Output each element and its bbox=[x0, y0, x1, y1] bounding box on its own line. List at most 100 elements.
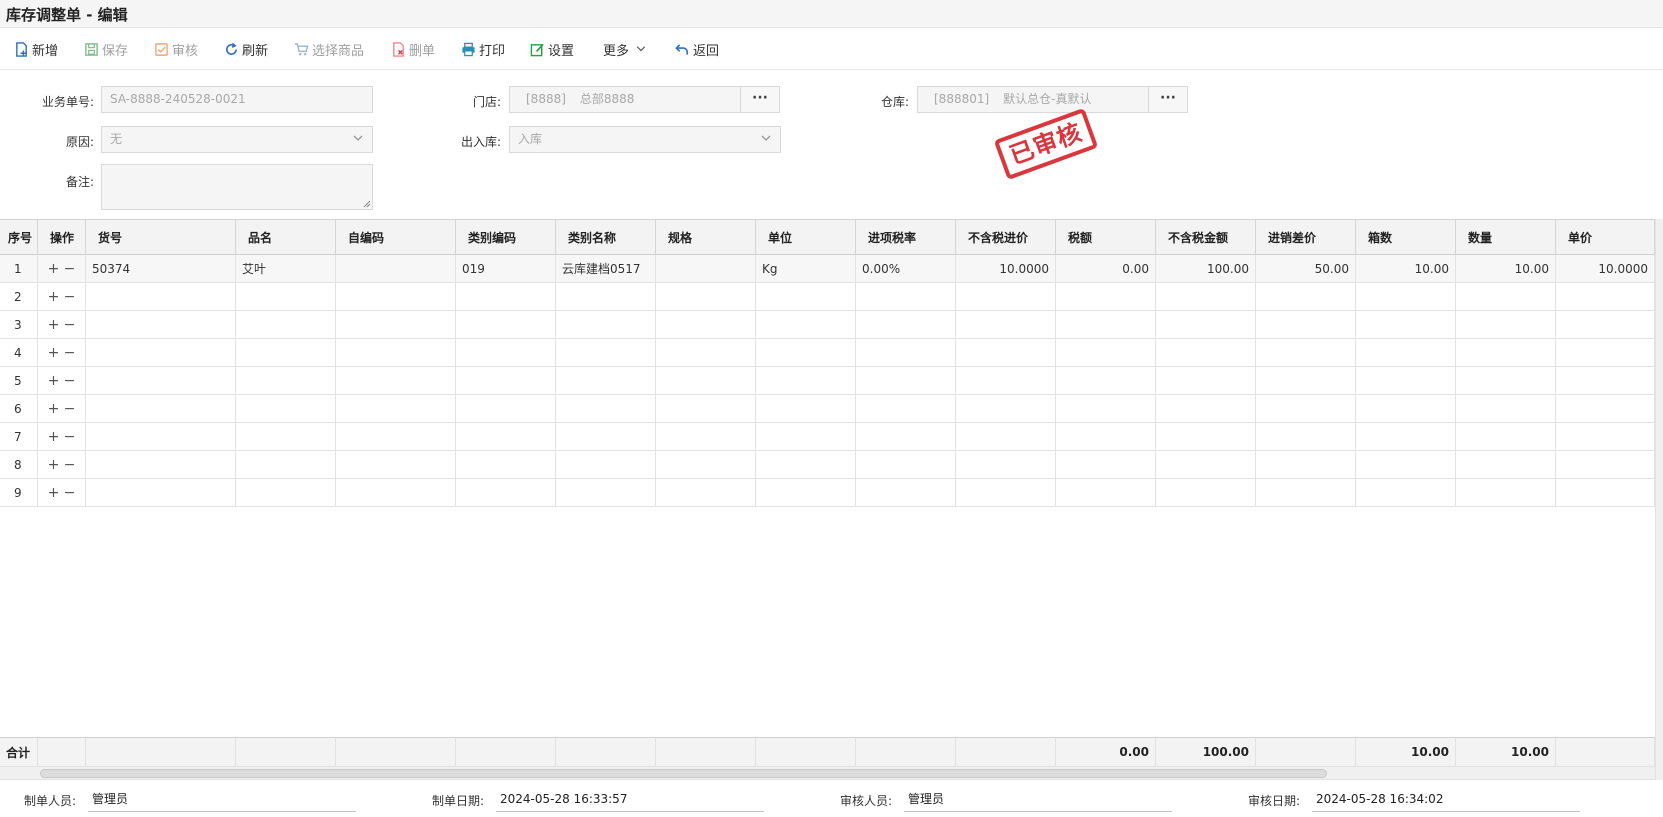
cell-boxes[interactable] bbox=[1356, 283, 1456, 310]
add-row-icon[interactable]: + bbox=[46, 457, 62, 473]
io-select[interactable]: 入库 bbox=[509, 126, 781, 153]
add-row-icon[interactable]: + bbox=[46, 485, 62, 501]
cell-name[interactable]: 艾叶 bbox=[236, 255, 336, 282]
cell-amount-ex[interactable] bbox=[1156, 367, 1256, 394]
cell-unit[interactable] bbox=[756, 283, 856, 310]
refresh-button[interactable]: 刷新 bbox=[224, 39, 268, 59]
cell-cat-code[interactable] bbox=[456, 339, 556, 366]
cell-unit[interactable] bbox=[756, 423, 856, 450]
cell-tax-rate[interactable] bbox=[856, 367, 956, 394]
cell-code[interactable] bbox=[86, 479, 236, 506]
column-header-diff[interactable]: 进销差价 bbox=[1256, 220, 1356, 254]
column-header-price-ex[interactable]: 不含税进价 bbox=[956, 220, 1056, 254]
cell-tax-rate[interactable] bbox=[856, 283, 956, 310]
cell-cat-code[interactable] bbox=[456, 311, 556, 338]
remove-row-icon[interactable]: − bbox=[62, 289, 78, 305]
store-field[interactable]: [8888] 总部8888 bbox=[509, 86, 741, 113]
cell-boxes[interactable]: 10.00 bbox=[1356, 255, 1456, 282]
save-button[interactable]: 保存 bbox=[84, 39, 128, 59]
cell-unit-price[interactable] bbox=[1556, 339, 1655, 366]
cell-amount-ex[interactable] bbox=[1156, 451, 1256, 478]
table-row[interactable]: 8 + − bbox=[0, 451, 1655, 479]
cell-unit-price[interactable] bbox=[1556, 423, 1655, 450]
cell-diff[interactable] bbox=[1256, 451, 1356, 478]
cell-code[interactable] bbox=[86, 283, 236, 310]
cell-spec[interactable] bbox=[656, 367, 756, 394]
column-header-name[interactable]: 品名 bbox=[236, 220, 336, 254]
cell-name[interactable] bbox=[236, 395, 336, 422]
cell-cat-code[interactable] bbox=[456, 395, 556, 422]
cell-price-ex[interactable]: 10.0000 bbox=[956, 255, 1056, 282]
column-header-amount-ex[interactable]: 不含税金额 bbox=[1156, 220, 1256, 254]
cell-cat-name[interactable] bbox=[556, 311, 656, 338]
cell-unit-price[interactable] bbox=[1556, 395, 1655, 422]
cell-unit[interactable] bbox=[756, 339, 856, 366]
cell-qty[interactable] bbox=[1456, 311, 1556, 338]
cell-cat-name[interactable]: 云库建档0517 bbox=[556, 255, 656, 282]
cell-tax-rate[interactable] bbox=[856, 395, 956, 422]
cell-self-code[interactable] bbox=[336, 311, 456, 338]
horizontal-scrollbar[interactable] bbox=[0, 767, 1655, 780]
cell-tax-rate[interactable] bbox=[856, 479, 956, 506]
doc-no-field[interactable]: SA-8888-240528-0021 bbox=[101, 86, 373, 113]
table-row[interactable]: 7 + − bbox=[0, 423, 1655, 451]
back-button[interactable]: 返回 bbox=[675, 39, 719, 59]
cell-diff[interactable] bbox=[1256, 311, 1356, 338]
cell-unit-price[interactable]: 10.0000 bbox=[1556, 255, 1655, 282]
column-header-qty[interactable]: 数量 bbox=[1456, 220, 1556, 254]
cell-self-code[interactable] bbox=[336, 283, 456, 310]
cell-qty[interactable] bbox=[1456, 339, 1556, 366]
select-goods-button[interactable]: 选择商品 bbox=[294, 39, 364, 59]
cell-self-code[interactable] bbox=[336, 479, 456, 506]
add-row-icon[interactable]: + bbox=[46, 345, 62, 361]
cell-self-code[interactable] bbox=[336, 367, 456, 394]
cell-boxes[interactable] bbox=[1356, 395, 1456, 422]
cell-code[interactable] bbox=[86, 423, 236, 450]
cell-tax[interactable] bbox=[1056, 311, 1156, 338]
cell-name[interactable] bbox=[236, 367, 336, 394]
cell-cat-name[interactable] bbox=[556, 367, 656, 394]
cell-amount-ex[interactable] bbox=[1156, 311, 1256, 338]
cell-price-ex[interactable] bbox=[956, 423, 1056, 450]
remove-row-icon[interactable]: − bbox=[62, 345, 78, 361]
cell-tax-rate[interactable]: 0.00% bbox=[856, 255, 956, 282]
column-header-spec[interactable]: 规格 bbox=[656, 220, 756, 254]
cell-qty[interactable] bbox=[1456, 367, 1556, 394]
add-row-icon[interactable]: + bbox=[46, 317, 62, 333]
cell-cat-code[interactable] bbox=[456, 283, 556, 310]
cell-cat-name[interactable] bbox=[556, 395, 656, 422]
column-header-cat-name[interactable]: 类别名称 bbox=[556, 220, 656, 254]
cell-price-ex[interactable] bbox=[956, 339, 1056, 366]
settings-button[interactable]: 设置 bbox=[530, 39, 574, 59]
cell-tax[interactable] bbox=[1056, 367, 1156, 394]
cell-code[interactable] bbox=[86, 367, 236, 394]
column-header-boxes[interactable]: 箱数 bbox=[1356, 220, 1456, 254]
cell-price-ex[interactable] bbox=[956, 451, 1056, 478]
cell-tax[interactable] bbox=[1056, 451, 1156, 478]
table-row[interactable]: 3 + − bbox=[0, 311, 1655, 339]
cell-boxes[interactable] bbox=[1356, 451, 1456, 478]
cell-self-code[interactable] bbox=[336, 395, 456, 422]
column-header-unit[interactable]: 单位 bbox=[756, 220, 856, 254]
column-header-cat-code[interactable]: 类别编码 bbox=[456, 220, 556, 254]
cell-spec[interactable] bbox=[656, 283, 756, 310]
cell-tax-rate[interactable] bbox=[856, 311, 956, 338]
cell-diff[interactable] bbox=[1256, 283, 1356, 310]
cell-tax[interactable] bbox=[1056, 339, 1156, 366]
cell-tax-rate[interactable] bbox=[856, 339, 956, 366]
remove-row-icon[interactable]: − bbox=[62, 317, 78, 333]
column-header-self-code[interactable]: 自编码 bbox=[336, 220, 456, 254]
cell-amount-ex[interactable]: 100.00 bbox=[1156, 255, 1256, 282]
add-row-icon[interactable]: + bbox=[46, 289, 62, 305]
cell-boxes[interactable] bbox=[1356, 367, 1456, 394]
cell-tax[interactable] bbox=[1056, 395, 1156, 422]
remark-textarea[interactable] bbox=[101, 164, 373, 210]
cell-spec[interactable] bbox=[656, 395, 756, 422]
table-row[interactable]: 6 + − bbox=[0, 395, 1655, 423]
cell-cat-code[interactable] bbox=[456, 367, 556, 394]
cell-unit-price[interactable] bbox=[1556, 311, 1655, 338]
cell-spec[interactable] bbox=[656, 423, 756, 450]
column-header-seq[interactable]: 序号 bbox=[0, 220, 38, 254]
cell-unit[interactable] bbox=[756, 451, 856, 478]
remove-row-icon[interactable]: − bbox=[62, 457, 78, 473]
